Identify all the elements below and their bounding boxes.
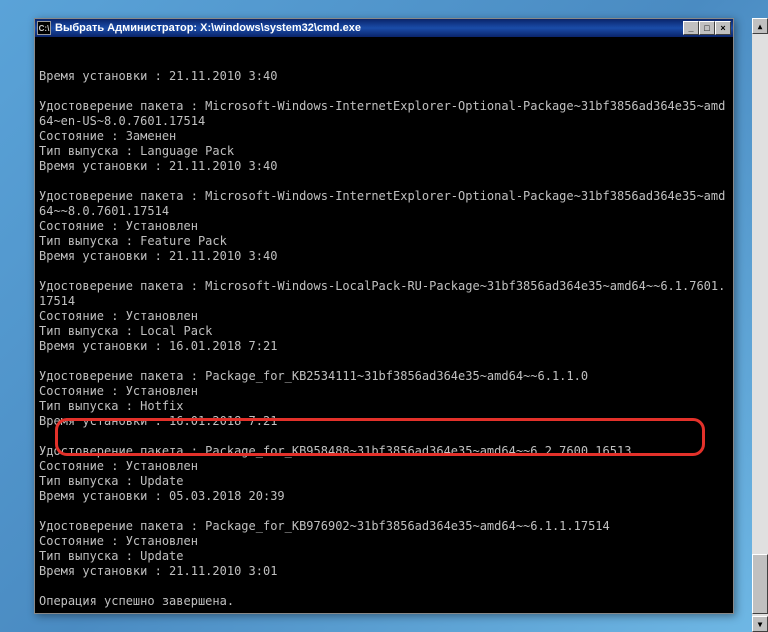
terminal-line: Время установки : 16.01.2018 7:21 bbox=[39, 414, 729, 429]
terminal-line: Состояние : Установлен bbox=[39, 459, 729, 474]
terminal-line: Удостоверение пакета : Microsoft-Windows… bbox=[39, 189, 729, 219]
terminal-line: Удостоверение пакета : Microsoft-Windows… bbox=[39, 279, 729, 309]
terminal-line: Время установки : 16.01.2018 7:21 bbox=[39, 339, 729, 354]
scroll-down-button[interactable]: ▼ bbox=[752, 616, 768, 632]
scroll-up-button[interactable]: ▲ bbox=[752, 18, 768, 34]
terminal-line bbox=[39, 174, 729, 189]
minimize-button[interactable]: _ bbox=[683, 21, 699, 35]
cmd-window: C:\ Выбрать Администратор: X:\windows\sy… bbox=[34, 18, 734, 614]
terminal-line: Тип выпуска : Update bbox=[39, 474, 729, 489]
terminal-line bbox=[39, 579, 729, 594]
terminal-line: Время установки : 05.03.2018 20:39 bbox=[39, 489, 729, 504]
close-button[interactable]: × bbox=[715, 21, 731, 35]
terminal-line: Время установки : 21.11.2010 3:40 bbox=[39, 159, 729, 174]
terminal-line: Состояние : Установлен bbox=[39, 534, 729, 549]
terminal-line: Операция успешно завершена. bbox=[39, 594, 729, 609]
scroll-thumb[interactable] bbox=[752, 554, 768, 614]
terminal-line: Удостоверение пакета : Package_for_KB958… bbox=[39, 444, 729, 459]
terminal-line: Состояние : Установлен bbox=[39, 309, 729, 324]
terminal-output[interactable]: Время установки : 21.11.2010 3:40 Удостов… bbox=[35, 37, 733, 613]
terminal-line bbox=[39, 429, 729, 444]
terminal-line: Тип выпуска : Feature Pack bbox=[39, 234, 729, 249]
title-text: Выбрать Администратор: X:\windows\system… bbox=[55, 22, 683, 34]
terminal-line: Тип выпуска : Update bbox=[39, 549, 729, 564]
scroll-track[interactable] bbox=[752, 34, 768, 616]
terminal-line bbox=[39, 354, 729, 369]
terminal-line: Удостоверение пакета : Microsoft-Windows… bbox=[39, 99, 729, 129]
terminal-line bbox=[39, 84, 729, 99]
terminal-line: Тип выпуска : Local Pack bbox=[39, 324, 729, 339]
terminal-line: Тип выпуска : Language Pack bbox=[39, 144, 729, 159]
scrollbar[interactable]: ▲ ▼ bbox=[752, 18, 768, 632]
cmd-icon: C:\ bbox=[37, 21, 51, 35]
terminal-line: Удостоверение пакета : Package_for_KB253… bbox=[39, 369, 729, 384]
terminal-line bbox=[39, 609, 729, 613]
terminal-line: Удостоверение пакета : Package_for_KB976… bbox=[39, 519, 729, 534]
terminal-line: Время установки : 21.11.2010 3:40 bbox=[39, 249, 729, 264]
terminal-line bbox=[39, 504, 729, 519]
terminal-line: Состояние : Установлен bbox=[39, 219, 729, 234]
terminal-line: Время установки : 21.11.2010 3:01 bbox=[39, 564, 729, 579]
terminal-line: Время установки : 21.11.2010 3:40 bbox=[39, 69, 729, 84]
titlebar[interactable]: C:\ Выбрать Администратор: X:\windows\sy… bbox=[35, 19, 733, 37]
titlebar-buttons: _ □ × bbox=[683, 21, 731, 35]
terminal-line: Состояние : Установлен bbox=[39, 384, 729, 399]
maximize-button[interactable]: □ bbox=[699, 21, 715, 35]
terminal-line bbox=[39, 264, 729, 279]
terminal-line: Тип выпуска : Hotfix bbox=[39, 399, 729, 414]
terminal-content: Время установки : 21.11.2010 3:40 Удостов… bbox=[39, 69, 729, 613]
terminal-line: Состояние : Заменен bbox=[39, 129, 729, 144]
